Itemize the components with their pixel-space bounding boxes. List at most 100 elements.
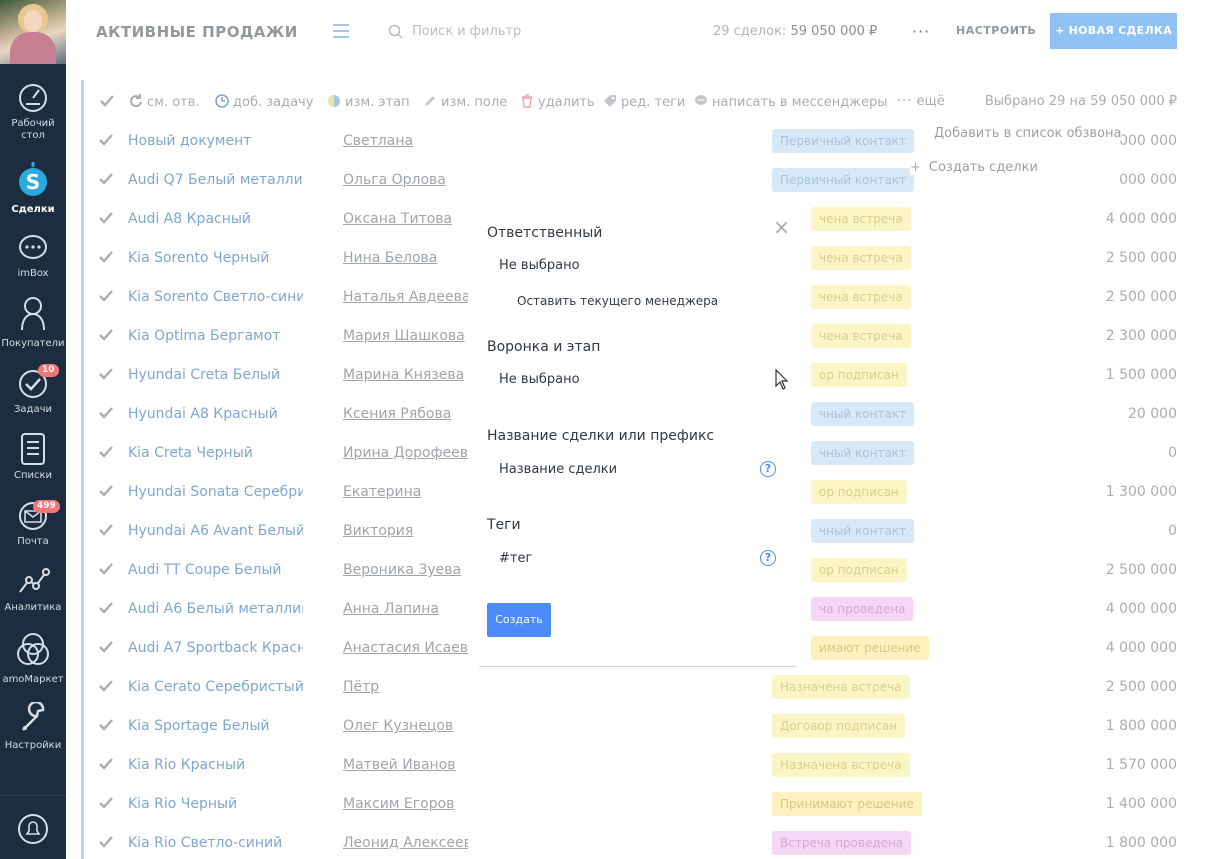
- sidebar-item-tasks[interactable]: Задачи 10: [0, 364, 66, 416]
- delete-action[interactable]: удалить: [520, 94, 595, 110]
- contact-link[interactable]: Наталья Авдеева: [343, 289, 468, 305]
- sidebar-item-imbox[interactable]: imBox: [0, 232, 66, 280]
- deal-name-link[interactable]: Kia Sorento Черный: [128, 250, 303, 266]
- keep-manager-option[interactable]: Оставить текущего менеджера: [517, 294, 718, 308]
- contact-link[interactable]: Олег Кузнецов: [343, 718, 468, 734]
- contact-link[interactable]: Леонид Алексеев: [343, 835, 468, 851]
- create-button[interactable]: Создать: [487, 603, 551, 637]
- stage-badge[interactable]: чный контакт: [811, 519, 915, 543]
- row-checkbox-icon[interactable]: [99, 367, 113, 381]
- contact-link[interactable]: Анна Лапина: [343, 601, 468, 617]
- avatar[interactable]: [0, 0, 66, 64]
- row-checkbox-icon[interactable]: [99, 328, 113, 342]
- stage-badge[interactable]: чный контакт: [811, 441, 915, 465]
- table-row[interactable]: Kia Rio Светло-синий Леонид Алексеев Встре…: [81, 824, 1207, 859]
- contact-link[interactable]: Ксения Рябова: [343, 406, 468, 422]
- new-deal-button[interactable]: + НОВАЯ СДЕЛКА: [1050, 13, 1177, 49]
- row-checkbox-icon[interactable]: [99, 250, 113, 264]
- row-checkbox-icon[interactable]: [99, 562, 113, 576]
- stage-badge[interactable]: Назначена встреча: [772, 753, 910, 777]
- tags-input[interactable]: #тег: [499, 551, 532, 566]
- stage-badge[interactable]: ор подписан: [811, 558, 907, 582]
- contact-link[interactable]: Светлана: [343, 133, 468, 149]
- row-checkbox-icon[interactable]: [99, 679, 113, 693]
- stage-badge[interactable]: Встреча проведена: [772, 831, 912, 855]
- deal-name-input[interactable]: Название сделки: [499, 462, 617, 477]
- contact-link[interactable]: Оксана Титова: [343, 211, 468, 227]
- contact-link[interactable]: Ольга Орлова: [343, 172, 468, 188]
- sidebar-item-market[interactable]: amoМаркет: [0, 630, 66, 686]
- deal-name-link[interactable]: Kia Rio Черный: [128, 796, 303, 812]
- notifications-button[interactable]: [0, 812, 66, 850]
- row-checkbox-icon[interactable]: [99, 601, 113, 615]
- sidebar-item-analytics[interactable]: Аналитика: [0, 566, 66, 614]
- deal-name-link[interactable]: Hyundai Creta Белый: [128, 367, 303, 383]
- row-checkbox-icon[interactable]: [99, 289, 113, 303]
- deal-name-link[interactable]: Kia Optima Бергамот: [128, 328, 303, 344]
- stage-badge[interactable]: Назначена встреча: [772, 675, 910, 699]
- deal-name-link[interactable]: Новый документ: [128, 133, 303, 149]
- select-all-checkbox[interactable]: [100, 94, 114, 108]
- deal-name-link[interactable]: Hyundai Sonata Серебрист: [128, 484, 303, 500]
- deal-name-link[interactable]: Hyundai A8 Красный: [128, 406, 303, 422]
- row-checkbox-icon[interactable]: [99, 172, 113, 186]
- stage-badge[interactable]: Договор подписан: [772, 714, 906, 738]
- row-checkbox-icon[interactable]: [99, 523, 113, 537]
- add-to-call-list-item[interactable]: Добавить в список обзвона: [934, 126, 1122, 141]
- deal-name-link[interactable]: Hyundai A6 Avant Белый м: [128, 523, 303, 539]
- deal-name-link[interactable]: Audi TT Coupe Белый: [128, 562, 303, 578]
- more-button[interactable]: ···: [912, 22, 930, 41]
- responsible-select[interactable]: Не выбрано: [499, 258, 580, 273]
- row-checkbox-icon[interactable]: [99, 718, 113, 732]
- contact-link[interactable]: Мария Шашкова: [343, 328, 468, 344]
- setup-button[interactable]: НАСТРОИТЬ: [956, 24, 1036, 37]
- row-checkbox-icon[interactable]: [99, 835, 113, 849]
- search-input[interactable]: Поиск и фильтр: [388, 22, 638, 42]
- contact-link[interactable]: Екатерина: [343, 484, 468, 500]
- edit-tags-action[interactable]: ред. теги: [603, 94, 685, 110]
- more-action[interactable]: ··· ещё: [897, 94, 945, 109]
- table-row[interactable]: Audi Q7 Белый металлик Ольга Орлова Первич…: [81, 161, 1207, 200]
- stage-badge[interactable]: чный контакт: [811, 402, 915, 426]
- row-checkbox-icon[interactable]: [99, 757, 113, 771]
- change-responsible-action[interactable]: см. отв.: [129, 94, 200, 110]
- deal-name-link[interactable]: Kia Rio Красный: [128, 757, 303, 773]
- pipeline-select[interactable]: Не выбрано: [499, 372, 580, 387]
- row-checkbox-icon[interactable]: [99, 133, 113, 147]
- help-icon[interactable]: ?: [760, 461, 776, 477]
- row-checkbox-icon[interactable]: [99, 445, 113, 459]
- stage-badge[interactable]: чена встреча: [811, 285, 911, 309]
- sidebar-item-settings[interactable]: Настройки: [0, 702, 66, 752]
- row-checkbox-icon[interactable]: [99, 484, 113, 498]
- contact-link[interactable]: Вероника Зуева: [343, 562, 468, 578]
- add-task-action[interactable]: доб. задачу: [215, 94, 313, 110]
- stage-badge[interactable]: чена встреча: [811, 246, 911, 270]
- stage-badge[interactable]: чена встреча: [811, 207, 911, 231]
- stage-badge[interactable]: ча проведена: [811, 597, 914, 621]
- deal-name-link[interactable]: Kia Sorento Светло-синий: [128, 289, 303, 305]
- sidebar-item-dashboard[interactable]: Рабочий стол: [0, 82, 66, 142]
- deal-name-link[interactable]: Kia Cerato Серебристый св: [128, 679, 303, 695]
- row-checkbox-icon[interactable]: [99, 796, 113, 810]
- deal-name-link[interactable]: Audi A7 Sportback Красный: [128, 640, 303, 656]
- row-checkbox-icon[interactable]: [99, 211, 113, 225]
- stage-badge[interactable]: ор подписан: [811, 480, 907, 504]
- stage-badge[interactable]: Принимают решение: [772, 792, 922, 816]
- stage-badge[interactable]: Первичный контакт: [772, 129, 914, 153]
- close-icon[interactable]: ×: [773, 215, 790, 239]
- stage-badge[interactable]: чена встреча: [811, 324, 911, 348]
- row-checkbox-icon[interactable]: [99, 406, 113, 420]
- table-row[interactable]: Kia Rio Черный Максим Егоров Принимают реш…: [81, 785, 1207, 824]
- contact-link[interactable]: Пётр: [343, 679, 468, 695]
- change-stage-action[interactable]: изм. этап: [327, 94, 410, 110]
- contact-link[interactable]: Матвей Иванов: [343, 757, 468, 773]
- deal-name-link[interactable]: Audi A6 Белый металлик: [128, 601, 303, 617]
- sidebar-item-customers[interactable]: Покупатели: [0, 294, 66, 350]
- table-row[interactable]: Kia Cerato Серебристый св Пётр Назначена в…: [81, 668, 1207, 707]
- stage-badge[interactable]: имают решение: [811, 636, 929, 660]
- contact-link[interactable]: Максим Егоров: [343, 796, 468, 812]
- contact-link[interactable]: Марина Князева: [343, 367, 468, 383]
- deal-name-link[interactable]: Audi Q7 Белый металлик: [128, 172, 303, 188]
- deal-name-link[interactable]: Kia Creta Черный: [128, 445, 303, 461]
- deal-name-link[interactable]: Kia Sportage Белый: [128, 718, 303, 734]
